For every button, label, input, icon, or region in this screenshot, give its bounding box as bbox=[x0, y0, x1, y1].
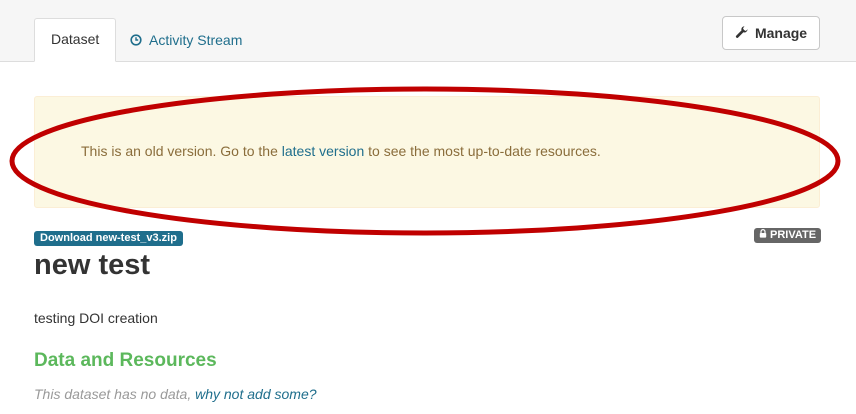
tab-activity-stream-label: Activity Stream bbox=[149, 32, 243, 48]
private-badge: PRIVATE bbox=[754, 228, 822, 243]
clock-icon bbox=[130, 34, 142, 46]
latest-version-link[interactable]: latest version bbox=[282, 143, 364, 159]
resources-heading: Data and Resources bbox=[34, 350, 217, 371]
manage-button[interactable]: Manage bbox=[722, 16, 820, 50]
tab-bar: Dataset Activity Stream Manage bbox=[0, 0, 856, 62]
download-badge[interactable]: Download new-test_v3.zip bbox=[34, 231, 183, 246]
empty-resources-text: This dataset has no data, bbox=[34, 386, 196, 402]
manage-button-label: Manage bbox=[754, 25, 808, 41]
dataset-description: testing DOI creation bbox=[34, 310, 158, 326]
alert-text-before: This is an old version. Go to the bbox=[81, 143, 282, 159]
private-badge-label: PRIVATE bbox=[770, 229, 817, 241]
empty-resources-message: This dataset has no data, why not add so… bbox=[34, 386, 317, 402]
tab-dataset-label: Dataset bbox=[51, 31, 100, 47]
tab-dataset[interactable]: Dataset bbox=[34, 18, 117, 62]
add-resources-link[interactable]: why not add some? bbox=[195, 386, 316, 402]
dataset-title: new test bbox=[34, 249, 151, 281]
alert-message: This is an old version. Go to the latest… bbox=[81, 143, 601, 159]
old-version-alert: This is an old version. Go to the latest… bbox=[34, 96, 820, 208]
tab-activity-stream[interactable]: Activity Stream bbox=[114, 18, 258, 62]
lock-icon bbox=[759, 228, 767, 243]
wrench-icon bbox=[735, 25, 749, 42]
alert-text-after: to see the most up-to-date resources. bbox=[364, 143, 601, 159]
